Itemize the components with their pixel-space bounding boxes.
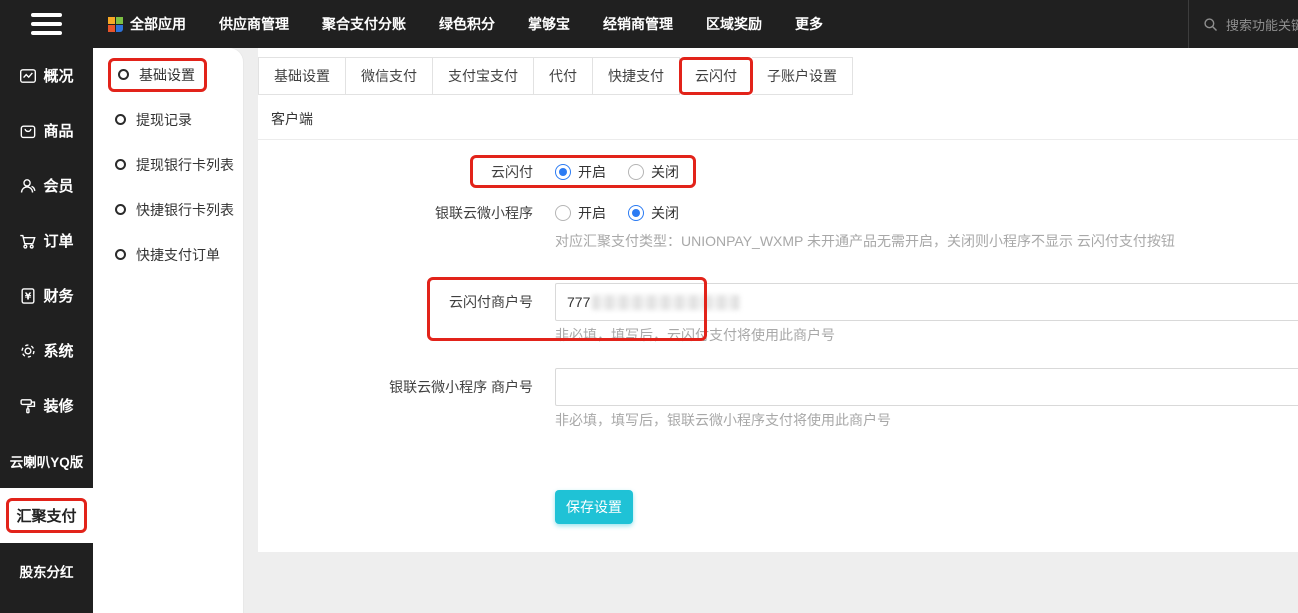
- members-icon: [21, 178, 36, 193]
- topnav-item-supplier[interactable]: 供应商管理: [219, 14, 289, 34]
- submenu-item-basic-settings[interactable]: 基础设置: [93, 52, 243, 97]
- sidebar-item-goods[interactable]: 商品: [0, 103, 93, 158]
- miniprogram-merchant-input[interactable]: [555, 368, 1298, 406]
- tab-payout[interactable]: 代付: [534, 57, 593, 95]
- annotation-box-basic-settings: 基础设置: [108, 57, 207, 92]
- sidebar-item-members[interactable]: 会员: [0, 158, 93, 213]
- submenu-item-quick-bank-cards[interactable]: 快捷银行卡列表: [93, 187, 243, 232]
- tab-subaccount-settings[interactable]: 子账户设置: [752, 57, 853, 95]
- radio-quickpass-off[interactable]: 关闭: [628, 162, 679, 182]
- sidebar-item-shareholder-dividend[interactable]: 股东分红: [0, 543, 93, 598]
- sidebar-item-overview[interactable]: 概况: [0, 48, 93, 103]
- help-text-miniprogram: 对应汇聚支付类型：UNIONPAY_WXMP 未开通产品无需开启，关闭则小程序不…: [555, 233, 1175, 249]
- field-label: 云闪付商户号: [449, 294, 533, 310]
- svg-text:¥: ¥: [25, 291, 32, 302]
- circle-bullet-icon: [118, 69, 129, 80]
- topnav-item-label: 全部应用: [130, 16, 186, 32]
- finance-icon: ¥: [21, 287, 35, 304]
- topnav-item-aggregate-pay[interactable]: 聚合支付分账: [322, 14, 406, 34]
- redacted-value-blur: [592, 294, 741, 310]
- field-label: 云闪付: [491, 164, 533, 180]
- radio-unselected-icon: [555, 205, 571, 221]
- topbar: 全部应用 供应商管理 聚合支付分账 绿色积分 掌够宝 经销商管理 区域奖励 更多…: [0, 0, 1298, 48]
- form-row-miniprogram-merchant: 银联云微小程序 商户号 非必填，填写后，银联云微小程序支付将使用此商户号: [258, 368, 1298, 431]
- topnav-item-zhanggoubao[interactable]: 掌够宝: [528, 14, 570, 34]
- quickpass-merchant-input[interactable]: 777: [555, 283, 1298, 321]
- topnav-item-all-apps[interactable]: 全部应用: [108, 14, 186, 34]
- field-label: 银联云微小程序 商户号: [389, 379, 533, 395]
- help-text-quickpass-merchant: 非必填，填写后，云闪付支付将使用此商户号: [555, 327, 835, 343]
- topnav-item-region-reward[interactable]: 区域奖励: [706, 14, 762, 34]
- orders-cart-icon: [20, 234, 37, 249]
- settings-tabs: 基础设置 微信支付 支付宝支付 代付 快捷支付 云闪付 子账户设置: [258, 57, 853, 95]
- radio-selected-icon: [628, 205, 644, 221]
- circle-bullet-icon: [115, 249, 126, 260]
- search-input[interactable]: 搜索功能关键词: [1188, 0, 1298, 48]
- submenu-item-withdraw-records[interactable]: 提现记录: [93, 97, 243, 142]
- sidebar-item-yunlaba-yq[interactable]: 云喇叭YQ版: [0, 433, 93, 488]
- radio-quickpass-on[interactable]: 开启: [555, 162, 606, 182]
- search-icon: [1204, 17, 1217, 31]
- circle-bullet-icon: [115, 159, 126, 170]
- submenu-item-withdraw-bank-cards[interactable]: 提现银行卡列表: [93, 142, 243, 187]
- overview-icon: [20, 68, 37, 83]
- radio-unselected-icon: [628, 164, 644, 180]
- circle-bullet-icon: [115, 204, 126, 215]
- tab-basic-settings[interactable]: 基础设置: [258, 57, 346, 95]
- topnav: 全部应用 供应商管理 聚合支付分账 绿色积分 掌够宝 经销商管理 区域奖励 更多: [93, 14, 823, 34]
- decorate-icon: [20, 398, 36, 413]
- sidebar-item-finance[interactable]: ¥ 财务: [0, 268, 93, 323]
- system-gear-icon: [21, 343, 36, 358]
- topnav-item-dealer[interactable]: 经销商管理: [603, 14, 673, 34]
- sidebar: 概况 商品 会员 订单 ¥ 财务 系统 装修 云喇叭YQ版 汇聚支付 股东分红: [0, 48, 93, 613]
- form-row-miniprogram-switch: 银联云微小程序 开启 关闭 对应汇聚支付类型：UNIONPAY_WXMP 未开通…: [258, 199, 1298, 252]
- sidebar-item-orders[interactable]: 订单: [0, 213, 93, 268]
- sidebar-item-huiju-pay[interactable]: 汇聚支付: [0, 488, 93, 543]
- topnav-item-green-points[interactable]: 绿色积分: [439, 14, 495, 34]
- annotation-box-huiju-pay: 汇聚支付: [6, 498, 87, 533]
- topnav-item-more[interactable]: 更多: [795, 14, 823, 34]
- goods-icon: [21, 125, 36, 138]
- tab-wechat-pay[interactable]: 微信支付: [346, 57, 433, 95]
- hamburger-icon: [31, 13, 62, 35]
- search-placeholder: 搜索功能关键词: [1226, 17, 1298, 33]
- sidebar-item-decorate[interactable]: 装修: [0, 378, 93, 433]
- radio-miniprogram-off[interactable]: 关闭: [628, 203, 679, 223]
- tab-alipay[interactable]: 支付宝支付: [433, 57, 534, 95]
- help-text-miniprogram-merchant: 非必填，填写后，银联云微小程序支付将使用此商户号: [555, 412, 891, 428]
- subnav-client[interactable]: 客户端: [258, 95, 1298, 140]
- tab-quick-pay[interactable]: 快捷支付: [593, 57, 680, 95]
- sidebar-item-system[interactable]: 系统: [0, 323, 93, 378]
- main-content: 基础设置 微信支付 支付宝支付 代付 快捷支付 云闪付 子账户设置 客户端 云闪…: [258, 48, 1298, 552]
- apps-grid-icon: [108, 16, 123, 32]
- circle-bullet-icon: [115, 114, 126, 125]
- submenu-item-quick-pay-orders[interactable]: 快捷支付订单: [93, 232, 243, 277]
- radio-miniprogram-on[interactable]: 开启: [555, 203, 606, 223]
- merchant-id-value: 777: [567, 294, 591, 310]
- form-row-quickpass-merchant: 云闪付商户号 777 非必填，填写后，云闪付支付将使用此商户号: [258, 283, 1298, 346]
- radio-selected-icon: [555, 164, 571, 180]
- field-label: 银联云微小程序: [435, 205, 533, 221]
- save-settings-button[interactable]: 保存设置: [555, 490, 633, 524]
- submenu: 基础设置 提现记录 提现银行卡列表 快捷银行卡列表 快捷支付订单: [93, 48, 243, 613]
- hamburger-menu-button[interactable]: [0, 13, 93, 35]
- form-row-quickpass-switch: 云闪付 开启 关闭: [258, 158, 1298, 186]
- tab-unionpay-quickpass[interactable]: 云闪付: [679, 57, 753, 95]
